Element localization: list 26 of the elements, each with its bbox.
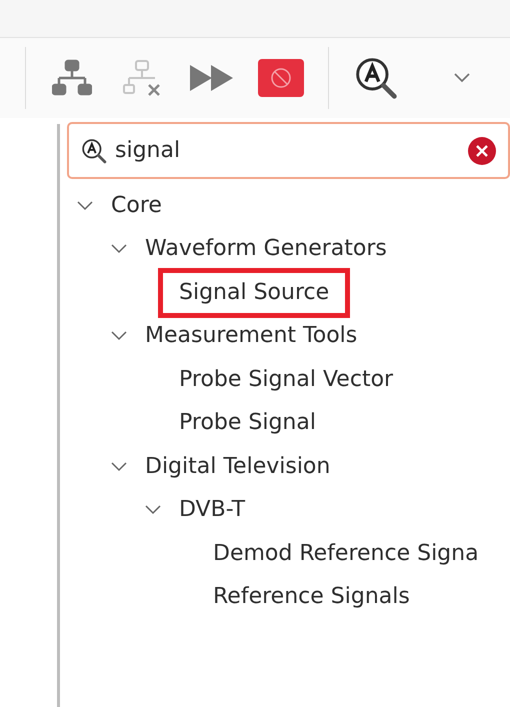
tree-item[interactable]: DVB-T — [179, 499, 246, 522]
chevron-down-icon — [111, 462, 127, 472]
tree-item[interactable]: Reference Signals — [213, 586, 410, 608]
chevron-down-icon — [145, 505, 161, 516]
hierarchy-icon — [52, 58, 92, 98]
tree-item[interactable]: Demod Reference Signa — [213, 542, 479, 565]
close-icon — [476, 144, 488, 156]
prohibited-icon — [270, 67, 292, 89]
search-field[interactable]: signal — [67, 122, 510, 179]
hierarchy-x-icon — [122, 58, 162, 98]
tree-item[interactable]: Probe Signal Vector — [179, 368, 394, 391]
clear-button[interactable] — [468, 136, 496, 164]
chevron-down-icon — [111, 244, 127, 254]
chevron-down-icon — [111, 331, 127, 342]
tree-item[interactable]: Core — [111, 194, 162, 217]
search-icon — [81, 138, 107, 164]
chevron-down-icon — [77, 200, 93, 211]
fast-forward-icon — [190, 65, 234, 91]
tree-item[interactable]: Measurement Tools — [145, 325, 358, 348]
search-input[interactable]: signal — [115, 134, 460, 167]
chevron-down-icon — [454, 73, 470, 83]
tree-item[interactable]: Signal Source — [158, 268, 350, 318]
tree-item[interactable]: Digital Television — [145, 456, 330, 478]
tree-item[interactable]: Waveform Generators — [145, 238, 387, 260]
tree-item[interactable]: Probe Signal — [179, 412, 316, 434]
search-icon — [354, 56, 398, 100]
